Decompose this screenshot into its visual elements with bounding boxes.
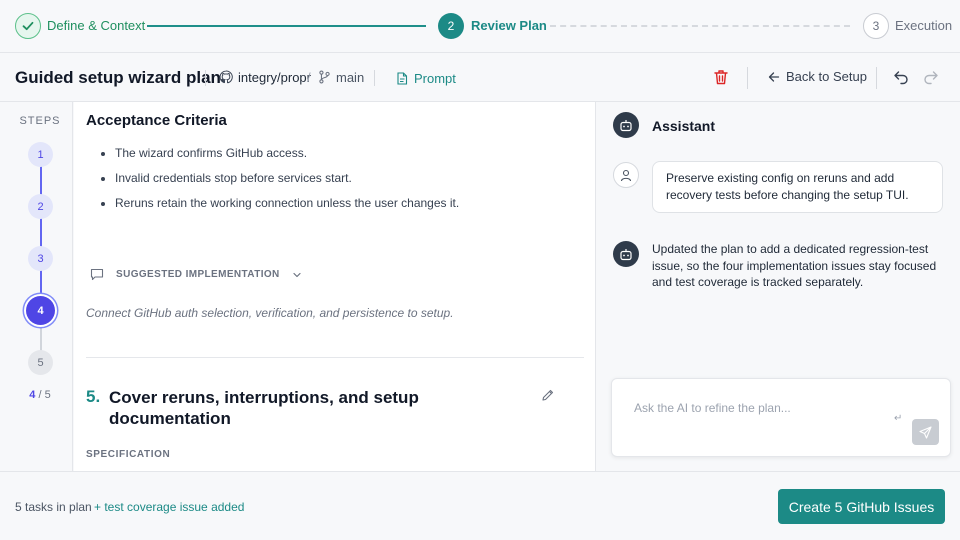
- suggested-implementation-label: SUGGESTED IMPLEMENTATION: [116, 269, 280, 280]
- assistant-title: Assistant: [652, 118, 716, 134]
- chat-composer: ↵: [611, 378, 951, 457]
- redo-icon[interactable]: [922, 68, 940, 86]
- rail-step-2[interactable]: 2: [28, 194, 53, 219]
- plan-header: Guided setup wizard plan integry/propr /…: [0, 54, 960, 102]
- rail-connector: [40, 218, 42, 248]
- step-1-label[interactable]: Define & Context: [47, 18, 145, 33]
- header-divider: [205, 70, 206, 86]
- step-3-number[interactable]: 3: [863, 13, 889, 39]
- repo-name[interactable]: integry/propr: [238, 70, 311, 85]
- task-number: 5.: [86, 387, 101, 406]
- page-title: Guided setup wizard plan: [15, 68, 221, 87]
- rail-step-4-current[interactable]: 4: [26, 296, 55, 325]
- rail-progress-total: 5: [44, 389, 51, 401]
- branch-name[interactable]: main: [336, 70, 364, 85]
- chat-input[interactable]: [634, 401, 884, 415]
- comment-icon: [90, 268, 104, 281]
- pencil-icon[interactable]: [541, 388, 555, 402]
- acceptance-criteria-heading: Acceptance Criteria: [86, 112, 227, 129]
- rail-step-5[interactable]: 5: [28, 350, 53, 375]
- specification-label: SPECIFICATION: [86, 449, 171, 460]
- rail-step-1[interactable]: 1: [28, 142, 53, 167]
- plan-content[interactable]: Acceptance Criteria The wizard confirms …: [74, 102, 596, 471]
- rail-step-3[interactable]: 3: [28, 246, 53, 271]
- create-issues-button[interactable]: Create 5 GitHub Issues: [778, 489, 945, 524]
- list-item: Reruns retain the working connection unl…: [115, 196, 459, 221]
- prompt-button[interactable]: Prompt: [396, 68, 456, 88]
- user-icon: [620, 169, 632, 181]
- step-3-label[interactable]: Execution: [895, 18, 952, 33]
- document-icon: [397, 71, 408, 85]
- wizard-stepper: Define & Context 2 Review Plan 3 Executi…: [0, 0, 960, 53]
- enter-hint: ↵: [894, 413, 903, 424]
- step-connector-complete: [147, 25, 426, 27]
- step-2-number[interactable]: 2: [438, 13, 464, 39]
- header-divider: [374, 70, 375, 86]
- chevron-down-icon: [293, 272, 301, 277]
- rail-progress: 4 / 5: [0, 389, 80, 401]
- assistant-panel: Assistant Preserve existing config on re…: [597, 102, 960, 471]
- bot-avatar: [613, 112, 639, 138]
- bot-avatar: [613, 241, 639, 267]
- task-title: Cover reruns, interruptions, and setup d…: [109, 388, 419, 428]
- user-avatar: [613, 162, 639, 188]
- github-icon: [219, 70, 233, 84]
- plan-footer: 5 tasks in plan + test coverage issue ad…: [0, 471, 960, 540]
- list-item: Invalid credentials stop before services…: [115, 171, 459, 196]
- steps-rail: STEPS 1 2 3 4 5 4 / 5: [0, 102, 73, 471]
- undo-icon[interactable]: [892, 68, 910, 86]
- acceptance-criteria-list: The wizard confirms GitHub access. Inval…: [102, 146, 459, 221]
- steps-rail-title: STEPS: [19, 115, 61, 127]
- back-to-setup-label: Back to Setup: [786, 69, 867, 84]
- added-note: + test coverage issue added: [94, 500, 245, 514]
- send-icon: [919, 425, 932, 439]
- header-divider: [876, 67, 877, 89]
- rail-progress-separator: /: [38, 389, 42, 401]
- task-count: 5 tasks in plan: [15, 500, 92, 514]
- section-divider: [86, 357, 584, 358]
- git-branch-icon: [319, 70, 330, 84]
- trash-icon[interactable]: [712, 68, 730, 86]
- arrow-left-icon: [768, 71, 780, 82]
- robot-icon: [620, 119, 632, 131]
- prompt-button-label: Prompt: [414, 70, 456, 86]
- rail-connector: [40, 324, 42, 352]
- repo-branch-separator: /: [307, 70, 311, 85]
- header-divider: [747, 67, 748, 89]
- step-connector-pending: [550, 25, 850, 27]
- step-2-label[interactable]: Review Plan: [471, 18, 547, 33]
- list-item: The wizard confirms GitHub access.: [115, 146, 459, 171]
- send-button[interactable]: [912, 419, 939, 445]
- rail-progress-current: 4: [29, 389, 36, 401]
- user-message: Preserve existing config on reruns and a…: [652, 161, 943, 213]
- back-to-setup-button[interactable]: Back to Setup: [768, 69, 867, 84]
- rail-connector: [40, 166, 42, 196]
- suggested-implementation-text: Connect GitHub auth selection, verificat…: [86, 306, 454, 320]
- robot-icon: [620, 248, 632, 260]
- step-complete-check-icon[interactable]: [15, 13, 41, 39]
- assistant-message: Updated the plan to add a dedicated regr…: [652, 242, 937, 289]
- suggested-implementation-toggle[interactable]: SUGGESTED IMPLEMENTATION: [90, 268, 302, 281]
